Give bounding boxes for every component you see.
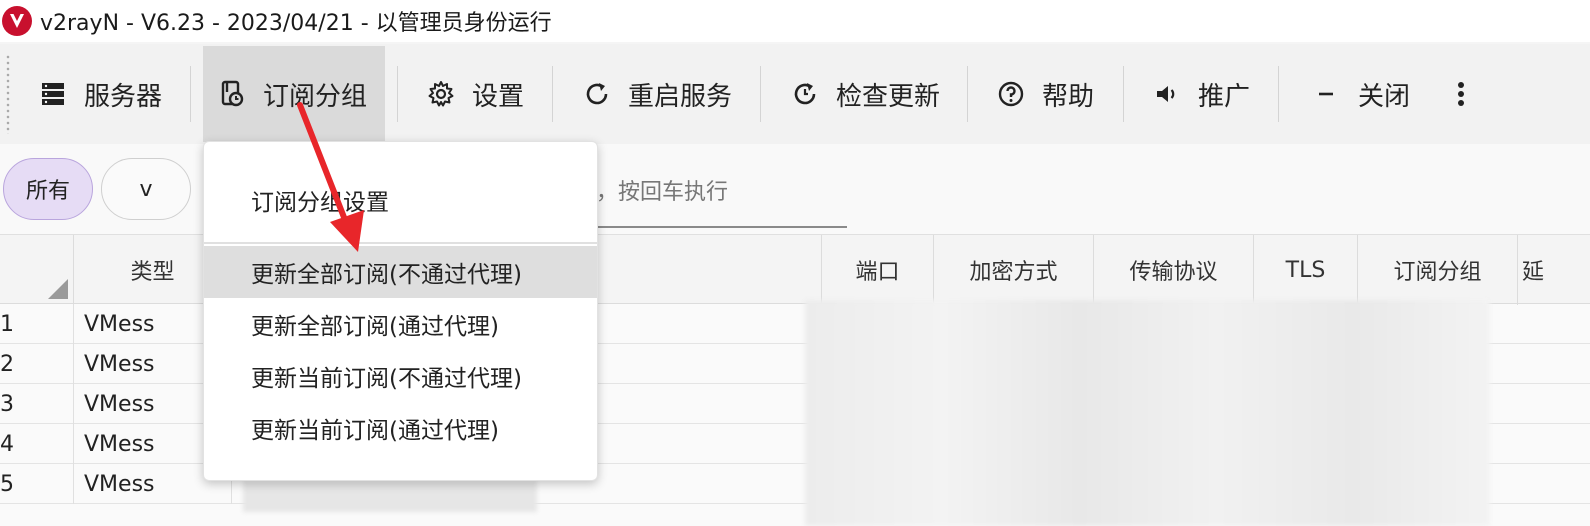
settings-label: 设置 [472,81,525,112]
close-button[interactable]: 关闭 [1298,46,1424,142]
check-update-button[interactable]: 检查更新 [776,46,954,142]
toolbar-separator [1123,66,1124,122]
servers-button[interactable]: 服务器 [24,46,176,142]
refresh-icon [586,83,608,105]
subscription-icon [221,80,244,107]
toolbar: 服务器 订阅分组 设置 重启服务 检查更新 帮助 推广 关闭 [0,44,1590,144]
servers-label: 服务器 [84,81,163,112]
toolbar-separator [397,66,398,122]
more-options-button[interactable] [1432,46,1490,142]
toolbar-separator [760,66,761,122]
search-hint[interactable]: ，按回车执行 [596,174,728,206]
check-update-label: 检查更新 [836,81,941,112]
header-tls[interactable]: TLS [1254,235,1358,305]
subscription-group-button[interactable]: 订阅分组 [203,46,385,142]
gear-icon [428,81,454,107]
menu-item-update-all-proxy[interactable]: 更新全部订阅(通过代理) [204,298,597,350]
row-index: 5 [0,464,74,504]
header-port[interactable]: 端口 [822,235,934,305]
toolbar-separator [1278,66,1279,122]
app-logo-icon [2,6,32,36]
update-icon [794,83,816,105]
menu-item-update-all-direct[interactable]: 更新全部订阅(不通过代理) [204,246,597,298]
row-index: 3 [0,384,74,424]
menu-item-subscription-settings[interactable]: 订阅分组设置 [204,174,597,226]
filter-chip-v[interactable]: v [101,158,191,220]
subscription-dropdown-menu: 订阅分组设置 更新全部订阅(不通过代理) 更新全部订阅(通过代理) 更新当前订阅… [203,141,598,481]
settings-button[interactable]: 设置 [412,46,538,142]
help-label: 帮助 [1042,81,1095,112]
speaker-icon [1157,86,1175,102]
search-underline [560,226,847,228]
header-encryption[interactable]: 加密方式 [934,235,1094,305]
header-transport[interactable]: 传输协议 [1094,235,1254,305]
row-index: 4 [0,424,74,464]
help-button[interactable]: 帮助 [982,46,1108,142]
restart-service-label: 重启服务 [628,81,733,112]
restart-service-button[interactable]: 重启服务 [568,46,746,142]
help-icon [998,81,1024,107]
toolbar-grip[interactable] [6,54,10,134]
toolbar-separator [552,66,553,122]
select-all-corner[interactable] [0,235,74,305]
redacted-area [805,300,1490,526]
minus-icon [1319,92,1333,96]
more-vertical-icon [1458,82,1464,106]
promote-label: 推广 [1198,81,1251,112]
subscription-group-label: 订阅分组 [263,81,368,112]
menu-item-update-current-direct[interactable]: 更新当前订阅(不通过代理) [204,350,597,402]
menu-item-update-current-proxy[interactable]: 更新当前订阅(通过代理) [204,402,597,454]
redacted-area [243,480,537,512]
menu-separator [204,242,597,244]
row-index: 1 [0,304,74,344]
filter-chip-all[interactable]: 所有 [3,158,93,220]
promote-button[interactable]: 推广 [1138,46,1264,142]
header-latency[interactable]: 延 [1518,235,1590,305]
toolbar-separator [967,66,968,122]
row-index: 2 [0,344,74,384]
title-bar: v2rayN - V6.23 - 2023/04/21 - 以管理员身份运行 [0,0,1590,42]
close-label: 关闭 [1358,81,1411,112]
server-icon [42,83,64,105]
window-title: v2rayN - V6.23 - 2023/04/21 - 以管理员身份运行 [40,11,552,36]
toolbar-separator [190,66,191,122]
header-sub-group[interactable]: 订阅分组 [1358,235,1518,305]
